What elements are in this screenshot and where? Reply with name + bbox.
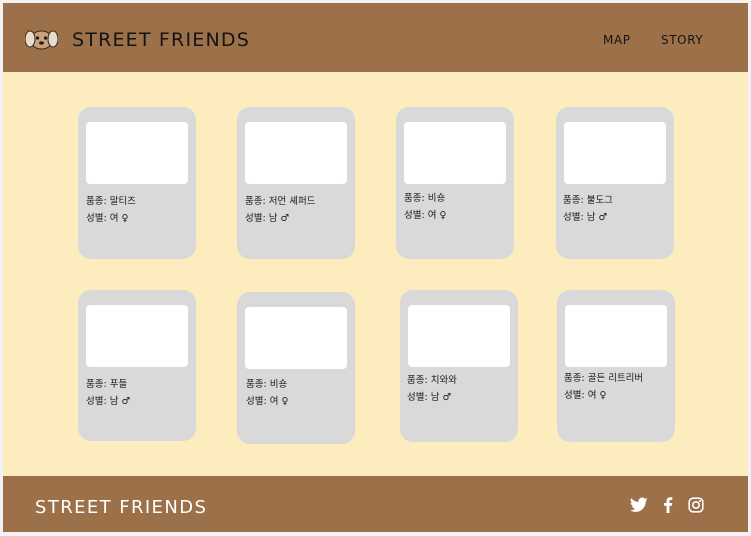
dog-photo bbox=[408, 305, 510, 367]
breed-label: 품종: 비숑 bbox=[246, 379, 288, 390]
page: STREET FRIENDS MAP STORY 품종: 말티즈 성별: 여 ♀… bbox=[3, 3, 748, 532]
gender-label: 성별: 남 ♂ bbox=[86, 396, 130, 407]
dog-card[interactable]: 품종: 골든 리트리버 성별: 여 ♀ bbox=[557, 290, 675, 442]
gender-label: 성별: 여 ♀ bbox=[246, 396, 289, 407]
instagram-icon[interactable] bbox=[688, 497, 704, 513]
dog-photo bbox=[404, 122, 506, 184]
gender-label: 성별: 남 ♂ bbox=[563, 212, 607, 223]
breed-label: 품종: 치와와 bbox=[407, 375, 457, 386]
dog-photo bbox=[86, 305, 188, 367]
breed-label: 품종: 푸들 bbox=[86, 379, 128, 390]
gender-label: 성별: 여 ♀ bbox=[86, 213, 129, 224]
facebook-icon[interactable] bbox=[662, 497, 674, 513]
dog-photo bbox=[565, 305, 667, 367]
dog-card[interactable]: 품종: 저먼 셰퍼드 성별: 남 ♂ bbox=[237, 107, 355, 259]
dog-photo bbox=[245, 307, 347, 369]
footer-brand: STREET FRIENDS bbox=[35, 497, 208, 518]
breed-label: 품종: 비숑 bbox=[404, 193, 446, 204]
breed-label: 품종: 말티즈 bbox=[86, 196, 136, 207]
dog-card[interactable]: 품종: 비숑 성별: 여 ♀ bbox=[396, 107, 514, 259]
gender-label: 성별: 남 ♂ bbox=[245, 213, 289, 224]
dog-card[interactable]: 품종: 비숑 성별: 여 ♀ bbox=[237, 292, 355, 444]
gender-label: 성별: 남 ♂ bbox=[407, 392, 451, 403]
dog-card[interactable]: 품종: 푸들 성별: 남 ♂ bbox=[78, 290, 196, 441]
breed-label: 품종: 골든 리트리버 bbox=[564, 373, 644, 384]
dog-face-icon[interactable] bbox=[24, 28, 59, 50]
dog-card[interactable]: 품종: 치와와 성별: 남 ♂ bbox=[400, 290, 518, 442]
gender-label: 성별: 여 ♀ bbox=[564, 390, 607, 401]
gender-label: 성별: 여 ♀ bbox=[404, 210, 447, 221]
nav-map-link[interactable]: MAP bbox=[603, 33, 631, 47]
site-footer: STREET FRIENDS bbox=[3, 476, 748, 532]
breed-label: 품종: 저먼 셰퍼드 bbox=[245, 196, 316, 207]
site-header: STREET FRIENDS MAP STORY bbox=[3, 3, 748, 72]
dog-card[interactable]: 품종: 불도그 성별: 남 ♂ bbox=[556, 107, 674, 259]
breed-label: 품종: 불도그 bbox=[563, 195, 613, 206]
dog-card[interactable]: 품종: 말티즈 성별: 여 ♀ bbox=[78, 107, 196, 259]
dog-photo bbox=[245, 122, 347, 184]
twitter-icon[interactable] bbox=[630, 497, 648, 513]
dog-photo bbox=[86, 122, 188, 184]
brand-title[interactable]: STREET FRIENDS bbox=[72, 29, 250, 51]
nav-story-link[interactable]: STORY bbox=[661, 33, 703, 47]
dog-photo bbox=[564, 122, 666, 184]
